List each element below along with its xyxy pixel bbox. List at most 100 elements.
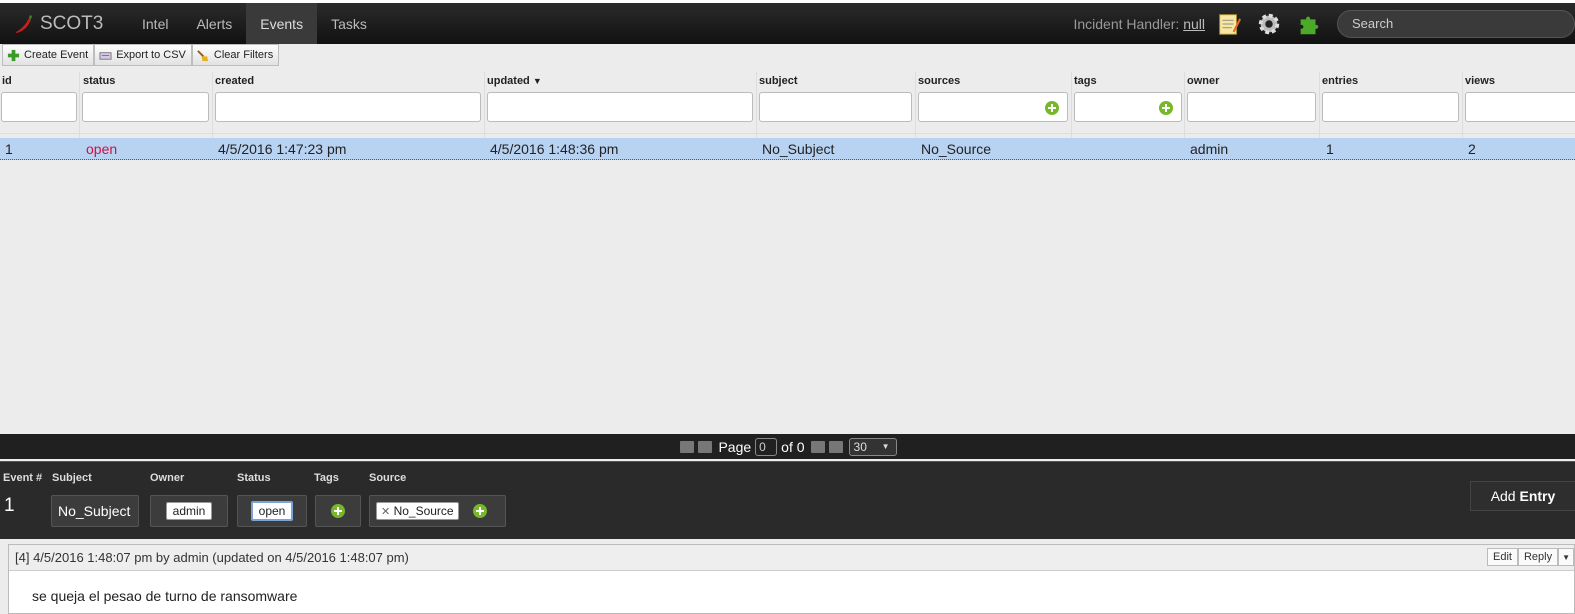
add-tag-icon[interactable] — [331, 504, 345, 518]
filter-id[interactable] — [1, 92, 77, 122]
cell-owner: admin — [1190, 141, 1229, 157]
label-status: Status — [237, 472, 271, 484]
col-header-entries[interactable]: entries — [1322, 75, 1358, 87]
subject-field[interactable]: No_Subject — [51, 495, 139, 527]
top-navbar: SCOT3 Intel Alerts Events Tasks Incident… — [0, 0, 1575, 44]
keyboard-icon — [98, 48, 112, 62]
col-header-id[interactable]: id — [2, 75, 12, 87]
entry-header: [4] 4/5/2016 1:48:07 pm by admin (update… — [9, 545, 1574, 571]
event-detail-header: Event # Subject Owner Status Tags Source… — [0, 461, 1575, 539]
cell-created: 4/5/2016 1:47:23 pm — [218, 141, 347, 157]
chevron-down-icon: ▼ — [881, 442, 890, 451]
source-chip[interactable]: ✕ No_Source — [376, 502, 459, 520]
nav-intel[interactable]: Intel — [128, 3, 182, 44]
pager: Page 0 of 0 30 ▼ — [0, 434, 1575, 459]
col-header-created[interactable]: created — [215, 75, 254, 87]
add-source-filter-icon[interactable] — [1045, 101, 1059, 115]
incident-handler-label: Incident Handler: — [1073, 15, 1180, 32]
sort-desc-icon: ▼ — [532, 76, 542, 86]
add-entry-label-1: Add — [1490, 488, 1516, 504]
nav-alerts[interactable]: Alerts — [182, 3, 246, 44]
plus-icon — [6, 48, 20, 62]
label-owner: Owner — [150, 472, 185, 484]
filter-owner[interactable] — [1187, 92, 1316, 122]
source-chip-label: No_Source — [393, 504, 454, 518]
nav-tasks[interactable]: Tasks — [317, 3, 381, 44]
chevron-down-icon: ▼ — [1562, 552, 1570, 562]
label-event-number: Event # — [3, 472, 43, 484]
incident-handler: Incident Handler: null — [1073, 16, 1205, 32]
label-subject: Subject — [52, 472, 92, 484]
tags-field[interactable] — [315, 495, 361, 527]
add-tag-filter-icon[interactable] — [1159, 101, 1173, 115]
export-csv-button[interactable]: Export to CSV — [94, 44, 192, 66]
puzzle-icon[interactable] — [1295, 10, 1323, 38]
col-header-status[interactable]: status — [83, 75, 115, 87]
cell-entries: 1 — [1326, 141, 1334, 157]
add-entry-label-2: Entry — [1519, 488, 1556, 504]
col-header-updated[interactable]: updated ▼ — [487, 75, 542, 87]
gear-icon[interactable] — [1255, 10, 1283, 38]
subject-value: No_Subject — [58, 503, 131, 519]
create-event-label: Create Event — [24, 49, 89, 61]
add-source-icon[interactable] — [472, 504, 487, 518]
create-event-button[interactable]: Create Event — [2, 44, 95, 66]
owner-field[interactable]: admin — [150, 495, 228, 527]
nav-events[interactable]: Events — [246, 3, 318, 44]
edit-entry-button[interactable]: Edit — [1486, 548, 1518, 566]
cell-id: 1 — [5, 141, 13, 157]
filter-sources[interactable] — [918, 92, 1068, 122]
brand-name: SCOT3 — [40, 12, 104, 34]
entry-menu-button[interactable]: ▼ — [1558, 548, 1574, 566]
cell-sources: No_Source — [921, 141, 992, 157]
col-header-tags[interactable]: tags — [1074, 75, 1097, 87]
label-source: Source — [369, 472, 407, 484]
filter-created[interactable] — [215, 92, 481, 122]
cell-updated: 4/5/2016 1:48:36 pm — [490, 141, 619, 157]
filter-tags[interactable] — [1074, 92, 1182, 122]
main-nav: Intel Alerts Events Tasks — [128, 3, 381, 44]
broom-icon — [196, 48, 210, 62]
next-page-button[interactable] — [810, 440, 825, 453]
filter-status[interactable] — [82, 92, 209, 122]
filter-entries[interactable] — [1322, 92, 1459, 122]
col-header-views[interactable]: views — [1465, 75, 1495, 87]
filter-updated[interactable] — [487, 92, 753, 122]
cell-subject: No_Subject — [762, 141, 835, 157]
entry-actions: Edit Reply ▼ — [1486, 548, 1574, 566]
col-header-owner[interactable]: owner — [1187, 75, 1219, 87]
page-size-select[interactable]: 30 ▼ — [848, 437, 897, 456]
page-label: Page — [718, 438, 752, 455]
status-field[interactable]: open — [237, 495, 307, 527]
export-csv-label: Export to CSV — [116, 49, 186, 61]
grid-header: id status created updated ▼ subject sour… — [0, 72, 1575, 90]
add-entry-button[interactable]: Add Entry — [1470, 481, 1575, 511]
clear-filters-button[interactable]: Clear Filters — [191, 44, 280, 66]
prev-page-button[interactable] — [698, 440, 713, 453]
entry-body: se queja el pesao de turno de ransomware — [32, 588, 298, 604]
filter-subject[interactable] — [759, 92, 912, 122]
label-tags: Tags — [314, 472, 339, 484]
page-input[interactable]: 0 — [755, 437, 778, 456]
first-page-button[interactable] — [680, 440, 695, 453]
last-page-button[interactable] — [828, 440, 843, 453]
owner-chip[interactable]: admin — [165, 502, 213, 520]
search-input[interactable]: Search — [1337, 9, 1575, 38]
notepad-icon[interactable] — [1215, 10, 1243, 38]
reply-entry-button[interactable]: Reply — [1517, 548, 1559, 566]
col-header-sources[interactable]: sources — [918, 75, 960, 87]
col-header-subject[interactable]: subject — [759, 75, 798, 87]
brand[interactable]: SCOT3 — [0, 13, 128, 35]
grid-toolbar: Create Event Export to CSV Clear Filters — [0, 44, 280, 68]
filter-row — [0, 90, 1575, 134]
events-grid: id status created updated ▼ subject sour… — [0, 72, 1575, 134]
incident-handler-value[interactable]: null — [1183, 16, 1205, 32]
table-row[interactable]: 1 open 4/5/2016 1:47:23 pm 4/5/2016 1:48… — [0, 138, 1575, 160]
filter-views[interactable] — [1465, 92, 1575, 122]
page-total: of 0 — [781, 438, 805, 455]
col-header-updated-label: updated — [487, 75, 530, 87]
remove-source-icon[interactable]: ✕ — [381, 506, 390, 518]
cell-status: open — [86, 141, 118, 157]
status-chip[interactable]: open — [250, 501, 294, 521]
source-field[interactable]: ✕ No_Source — [369, 495, 506, 527]
